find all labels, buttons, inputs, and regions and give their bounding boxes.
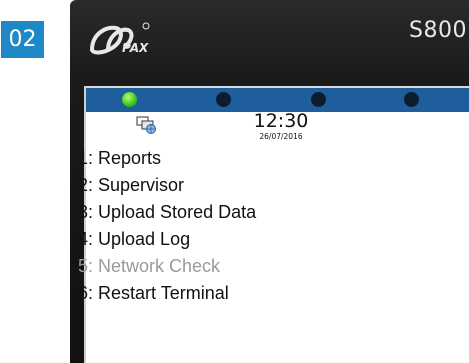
brand-name: PAX — [122, 41, 149, 55]
payment-terminal: PAX S800 12:30 26/07/2016 1: Reports 2: … — [70, 0, 469, 363]
clock-time: 12:30 — [253, 110, 309, 132]
status-led-green — [122, 92, 137, 107]
main-menu: 1: Reports 2: Supervisor 3: Upload Store… — [78, 145, 256, 307]
status-led-2 — [216, 92, 231, 107]
network-icon — [136, 116, 156, 134]
model-name: S800 — [409, 18, 467, 43]
clock-date: 26/07/2016 — [259, 132, 303, 141]
menu-item-network-check: 5: Network Check — [78, 256, 221, 276]
menu-item-restart-terminal[interactable]: 6: Restart Terminal — [78, 280, 256, 307]
pax-logo: PAX — [89, 22, 150, 55]
step-number-badge: 02 — [1, 21, 44, 58]
menu-item-upload-stored-data[interactable]: 3: Upload Stored Data — [78, 199, 256, 226]
status-led-3 — [311, 92, 326, 107]
menu-item-upload-log[interactable]: 4: Upload Log — [78, 226, 256, 253]
terminal-screen: 12:30 26/07/2016 1: Reports 2: Superviso… — [78, 86, 469, 363]
status-led-4 — [404, 92, 419, 107]
menu-item-supervisor[interactable]: 2: Supervisor — [78, 172, 256, 199]
status-bar — [86, 86, 469, 112]
menu-item-reports[interactable]: 1: Reports — [78, 145, 256, 172]
